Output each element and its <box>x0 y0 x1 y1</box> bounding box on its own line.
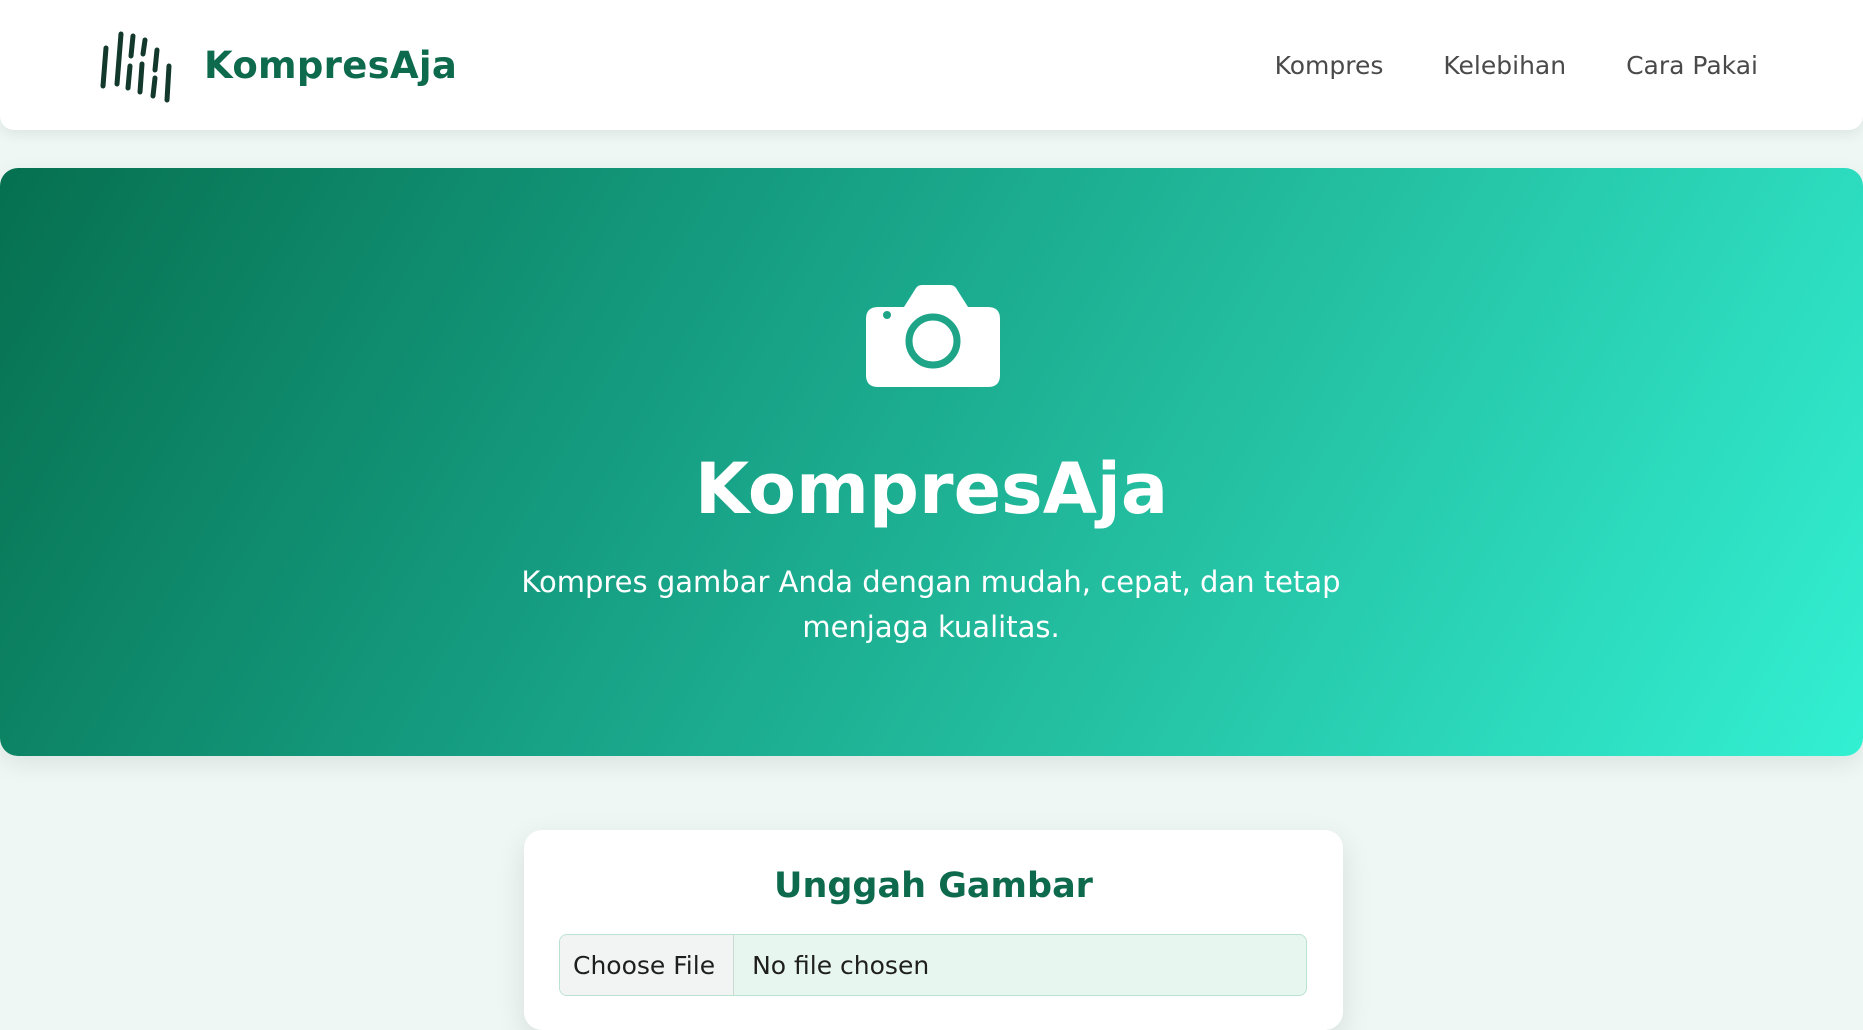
nav-link-cara-pakai[interactable]: Cara Pakai <box>1626 51 1758 80</box>
file-input[interactable]: Choose File No file chosen <box>559 934 1307 996</box>
hero-subtitle: Kompres gambar Anda dengan mudah, cepat,… <box>521 565 1341 644</box>
hero-title: KompresAja <box>694 448 1169 530</box>
nav-link-kelebihan[interactable]: Kelebihan <box>1443 51 1566 80</box>
barcode-lines-icon <box>100 31 172 103</box>
brand-name: KompresAja <box>204 43 458 87</box>
camera-icon <box>866 285 1000 387</box>
choose-file-button[interactable]: Choose File <box>560 935 735 995</box>
brand[interactable]: KompresAja <box>100 26 457 104</box>
upload-title: Unggah Gambar <box>774 866 1093 906</box>
navbar: KompresAja Kompres Kelebihan Cara Pakai <box>0 0 1863 130</box>
nav-menu: Kompres Kelebihan Cara Pakai <box>1215 0 1758 130</box>
file-status-text: No file chosen <box>752 950 930 980</box>
hero-banner: KompresAja Kompres gambar Anda dengan mu… <box>0 168 1863 756</box>
nav-link-kompres[interactable]: Kompres <box>1275 51 1384 80</box>
upload-card: Unggah Gambar Choose File No file chosen <box>524 830 1343 1030</box>
